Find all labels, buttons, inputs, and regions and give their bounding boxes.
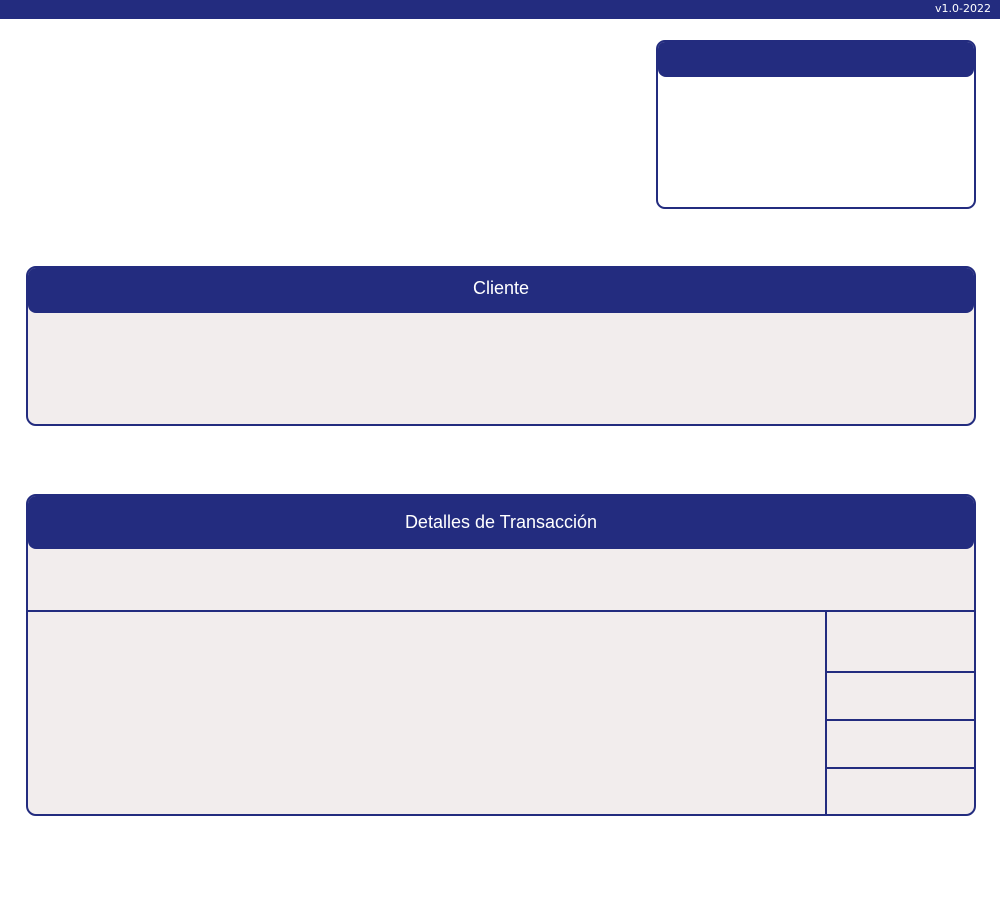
totals-cell <box>827 673 974 721</box>
totals-cell <box>827 721 974 769</box>
invoice-page: v1.0-2022 Cliente Detalles de Transacció… <box>0 0 1000 900</box>
client-panel: Cliente <box>26 266 976 426</box>
transaction-panel: Detalles de Transacción <box>26 494 976 816</box>
info-card <box>656 40 976 209</box>
transaction-totals-column <box>825 611 974 814</box>
totals-cell <box>827 769 974 814</box>
transaction-panel-title: Detalles de Transacción <box>28 496 974 549</box>
totals-cell <box>827 611 974 673</box>
info-card-header <box>658 42 974 77</box>
top-bar: v1.0-2022 <box>0 0 1000 19</box>
client-panel-title: Cliente <box>28 268 974 313</box>
version-label: v1.0-2022 <box>935 2 991 15</box>
